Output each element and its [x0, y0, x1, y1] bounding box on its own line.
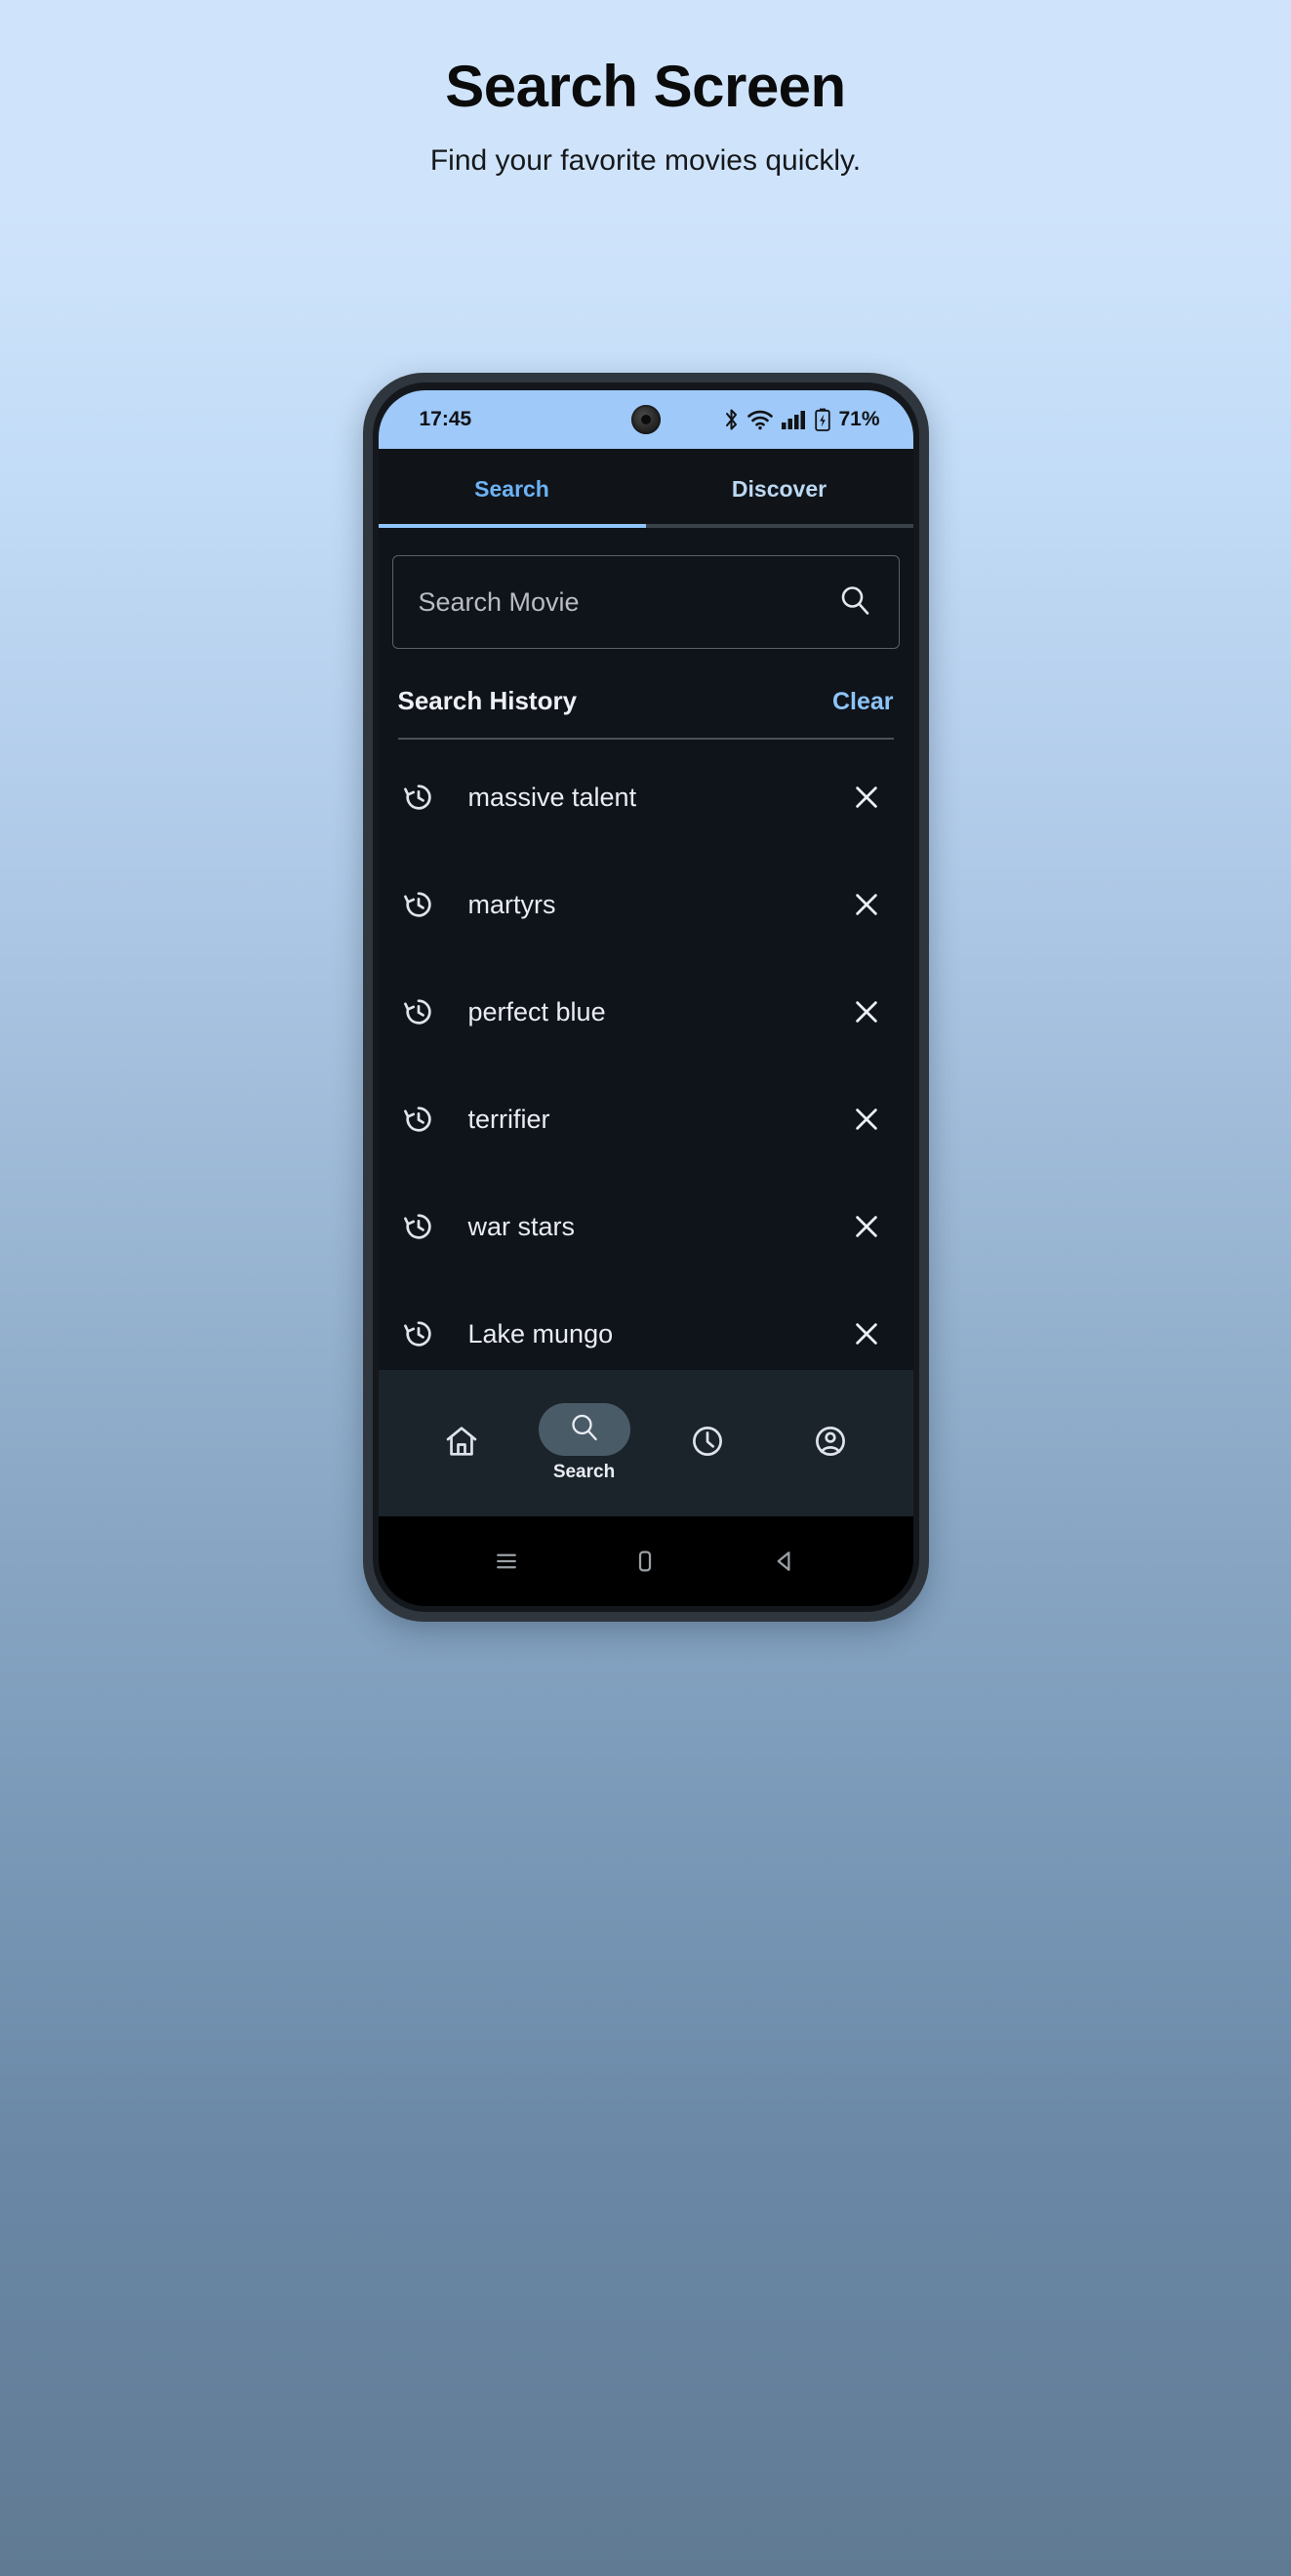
- nav-pill-history: [662, 1417, 753, 1469]
- status-icons: 71%: [723, 408, 880, 432]
- phone-bezel: 17:45 71% Search Discover Search Movie S…: [372, 382, 919, 1612]
- nav-pill-profile: [785, 1417, 876, 1469]
- bluetooth-icon: [723, 408, 740, 431]
- history-item-label: massive talent: [467, 782, 637, 812]
- search-history-title: Search History: [397, 686, 578, 715]
- account-circle-icon: [812, 1423, 849, 1465]
- tab-discover[interactable]: Discover: [646, 449, 913, 528]
- tab-bar: Search Discover: [378, 449, 913, 528]
- battery-percent: 71%: [838, 408, 880, 430]
- history-item[interactable]: war stars: [392, 1173, 900, 1280]
- search-icon: [568, 1411, 601, 1449]
- bottom-navigation-bar: Search: [378, 1370, 913, 1516]
- close-x-icon[interactable]: [841, 997, 892, 1026]
- android-system-nav: [378, 1516, 913, 1606]
- history-clock-icon: [402, 1317, 457, 1350]
- nav-item-history[interactable]: [649, 1417, 766, 1469]
- home-icon: [443, 1423, 480, 1465]
- nav-item-profile[interactable]: [772, 1417, 889, 1469]
- page-title: Search Screen: [445, 54, 846, 119]
- history-item[interactable]: massive talent: [392, 744, 900, 851]
- search-icon[interactable]: [838, 584, 871, 622]
- history-clock-icon: [402, 888, 457, 921]
- history-item[interactable]: Lake mungo: [392, 1280, 900, 1370]
- recents-icon[interactable]: [463, 1547, 550, 1576]
- cellular-signal-icon: [781, 408, 808, 431]
- history-item-label: perfect blue: [467, 996, 606, 1026]
- search-history-list: massive talent martyrs perfect blue terr…: [392, 740, 900, 1370]
- tab-active-indicator: [378, 524, 646, 528]
- nav-item-search[interactable]: Search: [526, 1403, 643, 1483]
- history-item[interactable]: terrifier: [392, 1066, 900, 1173]
- nav-pill-search: [538, 1403, 630, 1456]
- battery-charging-icon: [815, 408, 831, 432]
- search-input[interactable]: Search Movie: [419, 587, 838, 618]
- history-clock-icon: [402, 1210, 457, 1243]
- history-clock-icon: [402, 995, 457, 1028]
- history-item[interactable]: martyrs: [392, 851, 900, 958]
- front-camera-dot: [630, 405, 661, 434]
- search-history-header: Search History Clear: [392, 649, 900, 738]
- nav-pill-home: [416, 1417, 507, 1469]
- nav-item-home[interactable]: [403, 1417, 520, 1469]
- close-x-icon[interactable]: [841, 783, 892, 812]
- history-item-label: war stars: [467, 1211, 576, 1241]
- history-clock-icon: [402, 781, 457, 814]
- wifi-icon: [746, 408, 774, 431]
- page-subtitle: Find your favorite movies quickly.: [429, 144, 862, 177]
- close-x-icon[interactable]: [841, 1212, 892, 1241]
- phone-screen: 17:45 71% Search Discover Search Movie S…: [378, 390, 913, 1606]
- history-item-label: martyrs: [467, 889, 556, 919]
- phone-frame: 17:45 71% Search Discover Search Movie S…: [362, 373, 929, 1622]
- close-x-icon[interactable]: [841, 1105, 892, 1134]
- nav-item-search-label: Search: [552, 1462, 616, 1482]
- search-field[interactable]: Search Movie: [391, 555, 900, 649]
- tab-underline: [378, 524, 913, 528]
- close-x-icon[interactable]: [841, 1319, 892, 1348]
- history-clock-icon: [402, 1103, 457, 1136]
- history-item-label: Lake mungo: [467, 1318, 614, 1348]
- screen-content: Search Movie Search History Clear massiv…: [378, 528, 913, 1370]
- page-header: Search Screen Find your favorite movies …: [0, 0, 1291, 178]
- close-x-icon[interactable]: [841, 890, 892, 919]
- status-bar: 17:45 71%: [378, 390, 913, 449]
- status-time: 17:45: [419, 408, 472, 430]
- history-item-label: terrifier: [467, 1104, 550, 1134]
- home-square-icon[interactable]: [601, 1547, 689, 1576]
- clear-history-button[interactable]: Clear: [832, 688, 894, 716]
- history-item[interactable]: perfect blue: [392, 958, 900, 1066]
- back-triangle-icon[interactable]: [741, 1547, 828, 1576]
- phone-mockup: 17:45 71% Search Discover Search Movie S…: [362, 373, 929, 1622]
- tab-search[interactable]: Search: [379, 449, 646, 528]
- clock-icon: [689, 1423, 726, 1465]
